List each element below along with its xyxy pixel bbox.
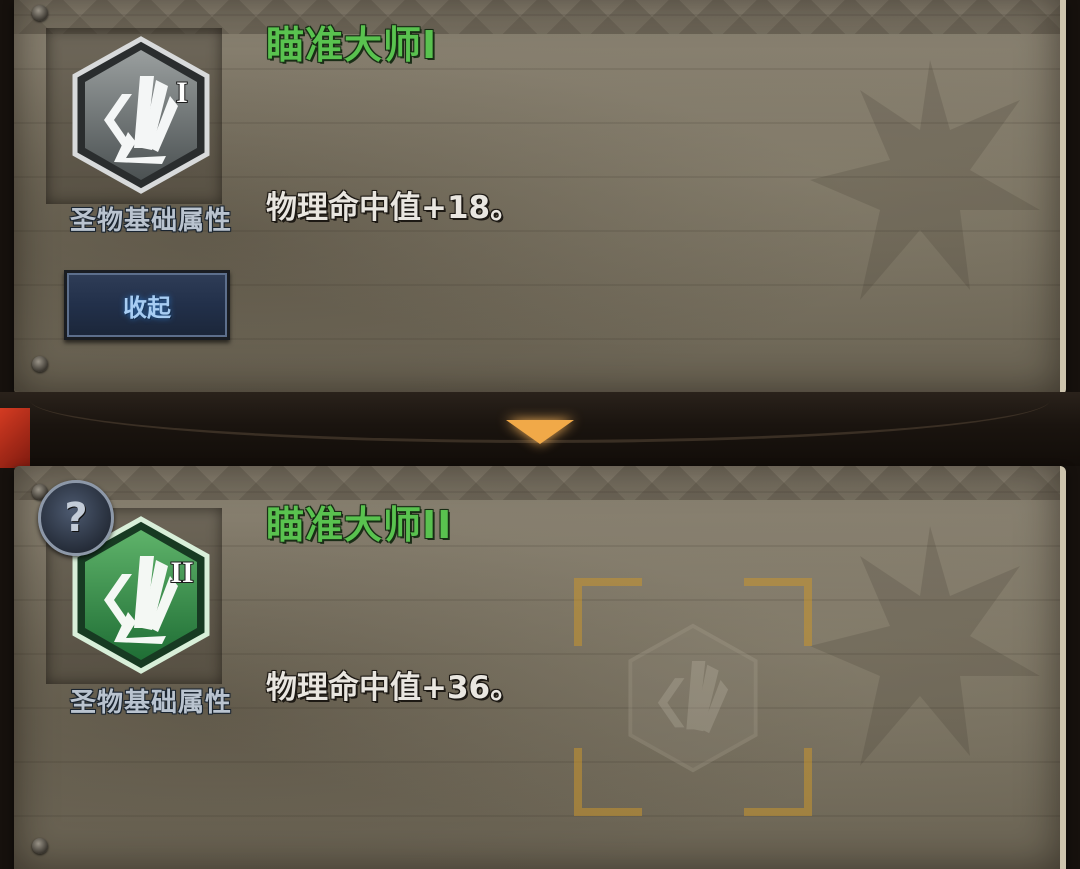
rivet xyxy=(32,356,48,372)
rivet xyxy=(32,838,48,854)
rivet xyxy=(32,5,48,21)
panel-border-pattern xyxy=(14,466,1060,500)
skill-description: 物理命中值+18。 xyxy=(266,190,522,226)
category-label: 圣物基础属性 xyxy=(69,206,232,236)
chevron-down-icon[interactable] xyxy=(506,420,574,444)
collapse-button[interactable]: 收起 xyxy=(64,270,230,340)
background-emblem xyxy=(810,60,1040,300)
collapse-button-label: 收起 xyxy=(123,293,171,322)
skill-title: 瞄准大师II xyxy=(266,503,453,547)
shard-burst-icon: I xyxy=(72,36,210,194)
ghost-skill-icon xyxy=(628,623,758,773)
background-emblem xyxy=(810,526,1040,766)
tier-numeral: II xyxy=(170,556,193,589)
tier-numeral: I xyxy=(176,76,188,109)
help-button[interactable]: ? xyxy=(38,480,114,556)
skill-title: 瞄准大师I xyxy=(266,23,438,67)
skill-detail-screen: I 圣物基础属性 瞄准大师I 物理命中值+18。 收起 II ? 圣物基础属性 … xyxy=(0,0,1080,869)
skill-description: 物理命中值+36。 xyxy=(266,670,522,706)
edge-decoration xyxy=(0,408,30,468)
question-icon: ? xyxy=(64,495,88,541)
category-label: 圣物基础属性 xyxy=(69,688,232,718)
target-reticle xyxy=(574,578,812,816)
